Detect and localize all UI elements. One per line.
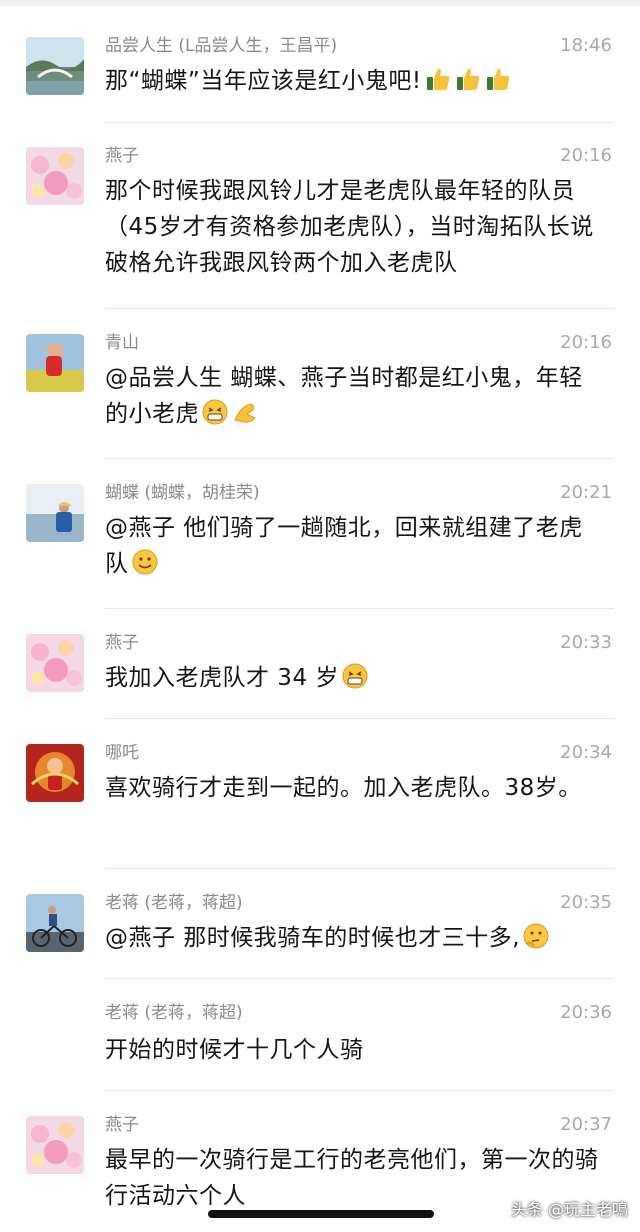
sender-name: 燕子	[105, 1115, 139, 1135]
message-text: 那“蝴蝶”当年应该是红小鬼吧!	[105, 63, 605, 99]
message-time: 20:36	[560, 1002, 612, 1023]
message-text: 那个时候我跟风铃儿才是老虎队最年轻的队员（45岁才有资格参加老虎队），当时淘拓队…	[105, 178, 594, 276]
message-time: 20:34	[560, 742, 612, 763]
avatar[interactable]	[26, 894, 84, 952]
thumbs-up-icon	[424, 65, 452, 93]
sender-name: 燕子	[105, 146, 139, 166]
message-body: @燕子 那时候我骑车的时候也才三十多,	[105, 925, 521, 951]
message-time: 20:37	[560, 1114, 612, 1135]
message-body: @品尝人生 蝴蝶、燕子当时都是红小鬼，年轻的小老虎	[105, 365, 583, 427]
sender-name: 哪吒	[105, 743, 139, 763]
thumbs-up-icon	[454, 65, 482, 93]
thinking-icon	[522, 922, 550, 950]
divider	[105, 608, 614, 609]
message-text: @燕子 那时候我骑车的时候也才三十多,	[105, 920, 605, 956]
sender-name: 老蒋 (老蒋，蒋超)	[105, 1003, 243, 1023]
grin-icon	[201, 398, 229, 426]
avatar[interactable]	[26, 484, 84, 542]
message-text: @品尝人生 蝴蝶、燕子当时都是红小鬼，年轻的小老虎	[105, 360, 605, 432]
avatar[interactable]	[26, 334, 84, 392]
sender-name: 蝴蝶 (蝴蝶，胡桂荣)	[105, 483, 260, 503]
divider	[105, 978, 614, 979]
message-text: 喜欢骑行才走到一起的。加入老虎队。38岁。	[105, 775, 582, 801]
message-body: 那“蝴蝶”当年应该是红小鬼吧!	[105, 68, 422, 94]
thumbs-up-icon	[484, 65, 512, 93]
sender-name: 品尝人生 (L品尝人生，王昌平)	[105, 36, 338, 56]
message-body: @燕子 他们骑了一趟随北，回来就组建了老虎队	[105, 515, 583, 577]
message-time: 20:35	[560, 892, 612, 913]
message-time: 20:21	[560, 482, 612, 503]
ok-hand-icon	[231, 398, 259, 426]
message-text: @燕子 他们骑了一趟随北，回来就组建了老虎队	[105, 510, 605, 582]
message-text: 开始的时候才十几个人骑	[105, 1037, 364, 1063]
message-time: 20:16	[560, 145, 612, 166]
sender-name: 青山	[105, 333, 139, 353]
smile-icon	[131, 548, 159, 576]
message-body: 我加入老虎队才 34 岁	[105, 665, 339, 691]
divider	[105, 868, 614, 869]
message-time: 18:46	[560, 35, 612, 56]
divider	[105, 122, 614, 123]
divider	[105, 308, 614, 309]
sender-name: 老蒋 (老蒋，蒋超)	[105, 893, 243, 913]
top-edge	[0, 0, 640, 6]
avatar[interactable]	[26, 1116, 84, 1174]
divider	[105, 458, 614, 459]
message-text: 我加入老虎队才 34 岁	[105, 660, 605, 696]
avatar[interactable]	[26, 147, 84, 205]
watermark: 头条 @玩主老鳴	[510, 1200, 628, 1219]
divider	[105, 1090, 614, 1091]
avatar[interactable]	[26, 37, 84, 95]
avatar[interactable]	[26, 634, 84, 692]
message-time: 20:16	[560, 332, 612, 353]
chat-screen: 品尝人生 (L品尝人生，王昌平) 18:46 那“蝴蝶”当年应该是红小鬼吧! 燕…	[0, 0, 640, 1232]
message-time: 20:33	[560, 632, 612, 653]
avatar[interactable]	[26, 744, 84, 802]
sender-name: 燕子	[105, 633, 139, 653]
grin-icon	[341, 662, 369, 690]
divider	[105, 718, 614, 719]
home-indicator[interactable]	[208, 1210, 434, 1218]
